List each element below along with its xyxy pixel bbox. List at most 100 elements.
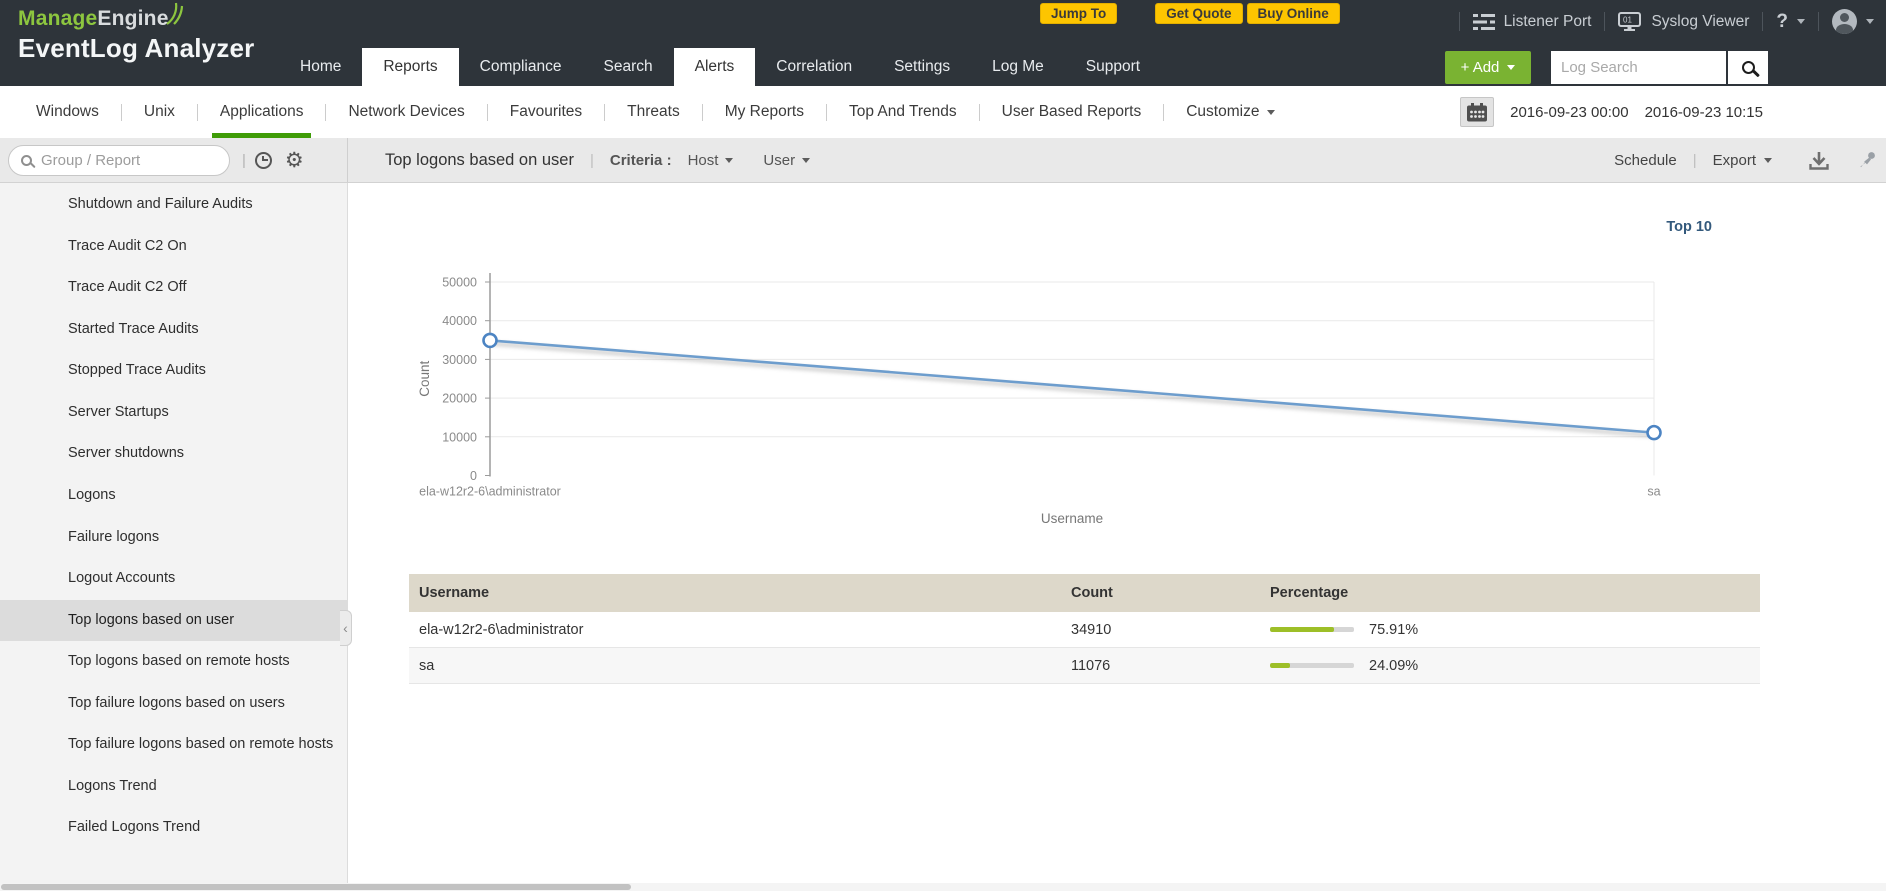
chevron-down-icon [1507,65,1515,70]
nav-tab-reports[interactable]: Reports [362,48,458,86]
date-to[interactable]: 2016-09-23 10:15 [1645,104,1763,121]
sidebar-item-failure-logons[interactable]: Failure logons [0,517,347,559]
sidebar-item-server-shutdowns[interactable]: Server shutdowns [0,433,347,475]
date-range-picker[interactable]: 2016-09-23 00:00 2016-09-23 10:15 [1460,97,1763,127]
report-header: Top logons based on user | Criteria : Ho… [348,138,1886,182]
brand-name: ManageEngine [18,7,169,31]
svg-text:10000: 10000 [442,430,477,444]
app-window: ManageEngine EventLog Analyzer Jump To Ge… [0,0,1886,891]
svg-text:0: 0 [470,469,477,483]
criteria-user-dropdown[interactable]: User [763,152,810,169]
criteria-user-value: User [763,152,795,169]
log-search-submit-button[interactable] [1728,51,1768,84]
subnav-tab-network-devices[interactable]: Network Devices [326,86,486,138]
horizontal-scrollbar-thumb[interactable] [1,884,631,890]
sidebar-item-top-logons-based-on-user[interactable]: Top logons based on user [0,600,347,642]
subnav-tab-top-and-trends[interactable]: Top And Trends [827,86,979,138]
log-search-input[interactable] [1551,51,1726,84]
date-from[interactable]: 2016-09-23 00:00 [1510,104,1628,121]
divider [1762,12,1763,31]
schedule-button[interactable]: Schedule [1614,152,1677,169]
calendar-button[interactable] [1460,97,1494,127]
svg-text:30000: 30000 [442,353,477,367]
col-header-username: Username [409,585,1071,601]
logons-line-chart: 01000020000300004000050000ela-w12r2-6\ad… [399,225,1719,535]
sidebar-item-logons[interactable]: Logons [0,475,347,517]
syslog-viewer-button[interactable]: 01 Syslog Viewer [1618,12,1749,31]
cell-username: sa [409,658,1071,674]
help-menu[interactable]: ? [1776,11,1805,33]
subnav-tab-label: Applications [220,103,304,121]
nav-tab-alerts[interactable]: Alerts [674,48,756,86]
sidebar-item-top-failure-logons-based-on-users[interactable]: Top failure logons based on users [0,683,347,725]
subnav-tab-label: Customize [1186,103,1259,121]
report-sidebar: Shutdown and Failure AuditsTrace Audit C… [0,183,348,891]
svg-text:Username: Username [1041,511,1103,526]
chevron-down-icon [1267,110,1275,115]
subnav-tab-label: Threats [627,103,680,121]
nav-tab-compliance[interactable]: Compliance [459,48,583,86]
subnav-tab-user-based-reports[interactable]: User Based Reports [980,86,1164,138]
sidebar-item-trace-audit-c2-on[interactable]: Trace Audit C2 On [0,226,347,268]
promo-jump-to-button[interactable]: Jump To [1040,3,1117,24]
sidebar-item-stopped-trace-audits[interactable]: Stopped Trace Audits [0,350,347,392]
divider: | [1693,152,1697,169]
subnav-tab-applications[interactable]: Applications [198,86,326,138]
export-dropdown[interactable]: Export [1713,152,1772,169]
sidebar-item-logout-accounts[interactable]: Logout Accounts [0,558,347,600]
horizontal-scrollbar[interactable] [0,883,1886,891]
recent-reports-icon[interactable] [255,152,272,169]
subnav-tab-favourites[interactable]: Favourites [488,86,604,138]
promo-buy-online-button[interactable]: Buy Online [1247,3,1340,24]
report-actions: Schedule | Export [1614,138,1878,182]
user-avatar-icon [1832,9,1857,34]
app-logo[interactable]: ManageEngine EventLog Analyzer [18,7,255,64]
sidebar-item-trace-audit-c2-off[interactable]: Trace Audit C2 Off [0,267,347,309]
sidebar-item-top-failure-logons-based-on-remote-hosts[interactable]: Top failure logons based on remote hosts [0,724,347,766]
nav-tab-search[interactable]: Search [583,48,674,86]
sidebar-item-started-trace-audits[interactable]: Started Trace Audits [0,309,347,351]
settings-gear-icon[interactable]: ⚙ [285,150,304,171]
sidebar-item-failed-logons-trend[interactable]: Failed Logons Trend [0,807,347,849]
report-title: Top logons based on user [385,151,574,170]
brand-manage: Manage [18,7,97,30]
criteria-host-dropdown[interactable]: Host [688,152,734,169]
listener-port-button[interactable]: Listener Port [1473,13,1592,31]
sidebar-item-shutdown-and-failure-audits[interactable]: Shutdown and Failure Audits [0,184,347,226]
cell-count: 11076 [1071,658,1270,674]
cell-username: ela-w12r2-6\administrator [409,622,1071,638]
promo-get-quote-button[interactable]: Get Quote [1155,3,1242,24]
report-panel: Top 10 01000020000300004000050000ela-w12… [348,183,1886,891]
pin-button[interactable] [1858,150,1878,170]
nav-tab-settings[interactable]: Settings [873,48,971,86]
user-menu[interactable] [1832,9,1874,34]
svg-text:40000: 40000 [442,314,477,328]
subnav-tab-unix[interactable]: Unix [122,86,197,138]
group-report-search-input[interactable] [41,152,217,169]
nav-tab-correlation[interactable]: Correlation [755,48,873,86]
group-report-search[interactable] [8,145,230,176]
subnav-tab-threats[interactable]: Threats [605,86,702,138]
subnav-tab-customize[interactable]: Customize [1164,86,1297,138]
table-row[interactable]: sa 11076 24.09% [409,648,1760,684]
divider: | [242,152,246,169]
nav-tab-log-me[interactable]: Log Me [971,48,1065,86]
table-row[interactable]: ela-w12r2-6\administrator 34910 75.91% [409,612,1760,648]
download-button[interactable] [1808,150,1830,171]
sidebar-collapse-handle[interactable]: ‹ [340,610,352,646]
subnav-tab-windows[interactable]: Windows [14,86,121,138]
syslog-viewer-label: Syslog Viewer [1651,13,1749,31]
subnav-tab-label: Top And Trends [849,103,957,121]
nav-tab-home[interactable]: Home [279,48,362,86]
sidebar-item-server-startups[interactable]: Server Startups [0,392,347,434]
sidebar-item-logons-trend[interactable]: Logons Trend [0,766,347,808]
percentage-bar [1270,627,1354,632]
criteria-label: Criteria : [610,152,672,169]
nav-tab-support[interactable]: Support [1065,48,1161,86]
sidebar-toolbar: | ⚙ [0,138,348,182]
add-button[interactable]: + Add [1445,51,1531,84]
subnav-tab-my-reports[interactable]: My Reports [703,86,826,138]
product-name: EventLog Analyzer [18,33,255,64]
report-toolbar: | ⚙ Top logons based on user | Criteria … [0,138,1886,183]
sidebar-item-top-logons-based-on-remote-hosts[interactable]: Top logons based on remote hosts [0,641,347,683]
